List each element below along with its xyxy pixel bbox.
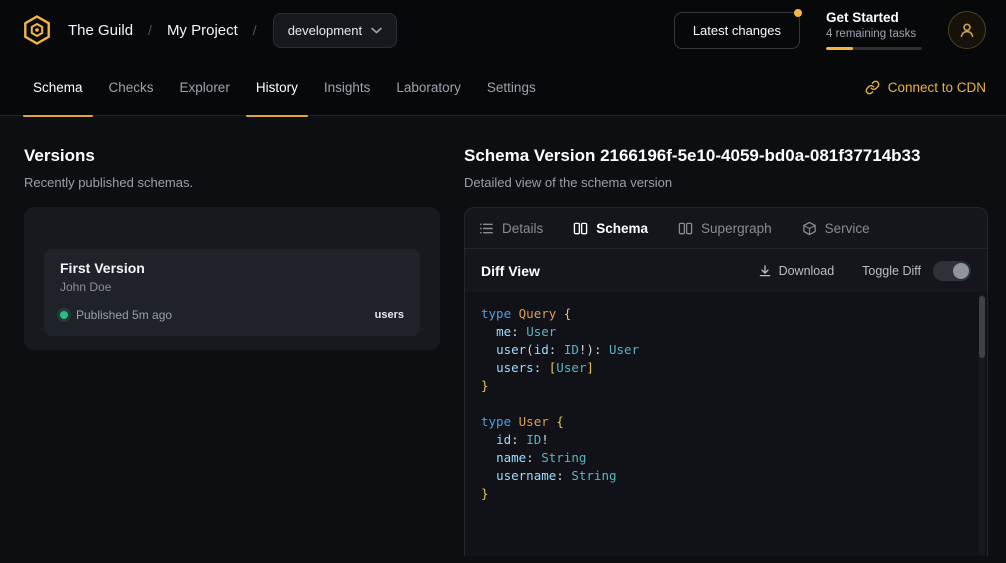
cube-icon [802, 221, 817, 236]
tab-checks[interactable]: Checks [96, 60, 167, 116]
code-line [481, 395, 963, 413]
detail-tab-supergraph[interactable]: Supergraph [678, 221, 772, 236]
get-started-title: Get Started [826, 10, 922, 25]
get-started-widget[interactable]: Get Started 4 remaining tasks [826, 10, 922, 50]
code-line: user(id: ID!): User [481, 341, 963, 359]
version-list-item[interactable]: First Version John Doe Published 5m ago … [44, 249, 420, 336]
get-started-progress-fill [826, 47, 853, 50]
diff-view-title: Diff View [481, 263, 540, 279]
code-line: id: ID! [481, 431, 963, 449]
version-status: Published 5m ago [76, 308, 172, 322]
detail-tab-details[interactable]: Details [479, 221, 543, 236]
versions-title: Versions [24, 146, 440, 166]
detail-tab-schema[interactable]: Schema [573, 221, 648, 236]
breadcrumb-org[interactable]: The Guild [68, 22, 133, 39]
tab-settings[interactable]: Settings [474, 60, 549, 116]
tab-explorer[interactable]: Explorer [167, 60, 243, 116]
avatar[interactable] [948, 11, 986, 49]
notification-dot [794, 9, 802, 17]
detail-tab-label: Schema [596, 221, 648, 236]
code-line: } [481, 485, 963, 503]
code-line: name: String [481, 449, 963, 467]
tab-laboratory[interactable]: Laboratory [383, 60, 474, 116]
versions-subtitle: Recently published schemas. [24, 175, 440, 190]
guild-logo[interactable] [20, 13, 54, 47]
header: The Guild / My Project / development Lat… [0, 0, 1006, 60]
code-line: me: User [481, 323, 963, 341]
breadcrumb-project[interactable]: My Project [167, 22, 238, 39]
detail-tab-service[interactable]: Service [802, 221, 870, 236]
schema-version-panel: Details Schema Supergraph [464, 207, 988, 556]
hive-hexagon-icon [21, 14, 53, 46]
tab-history[interactable]: History [243, 60, 311, 116]
code-line: } [481, 377, 963, 395]
download-icon [758, 264, 772, 278]
user-icon [958, 21, 976, 39]
code-line: type Query { [481, 305, 963, 323]
download-label: Download [779, 264, 835, 278]
diff-header: Diff View Download Toggle Diff [465, 249, 987, 292]
published-status-dot [60, 311, 68, 319]
schema-version-section: Schema Version 2166196f-5e10-4059-bd0a-0… [464, 146, 988, 556]
versions-card: First Version John Doe Published 5m ago … [24, 207, 440, 350]
columns-icon [573, 221, 588, 236]
chevron-down-icon [371, 27, 382, 34]
get-started-subtitle: 4 remaining tasks [826, 28, 922, 40]
code-line: username: String [481, 467, 963, 485]
code-line: type User { [481, 413, 963, 431]
connect-to-cdn-label: Connect to CDN [888, 80, 986, 95]
versions-section: Versions Recently published schemas. Fir… [24, 146, 440, 556]
breadcrumb-separator: / [253, 22, 257, 38]
latest-changes-button[interactable]: Latest changes [674, 12, 800, 49]
schema-code-viewer: type Query { me: User user(id: ID!): Use… [465, 292, 987, 556]
version-meta-row: Published 5m ago users [60, 308, 404, 322]
schema-version-title: Schema Version 2166196f-5e10-4059-bd0a-0… [464, 146, 988, 166]
schema-version-subtitle: Detailed view of the schema version [464, 175, 988, 190]
latest-changes-label: Latest changes [693, 23, 781, 38]
breadcrumb: The Guild / My Project / [68, 22, 257, 39]
environment-selector-value: development [288, 23, 362, 38]
main-nav: Schema Checks Explorer History Insights … [0, 60, 1006, 116]
list-icon [479, 221, 494, 236]
download-button[interactable]: Download [758, 264, 835, 278]
tab-insights[interactable]: Insights [311, 60, 384, 116]
detail-tab-label: Details [502, 221, 543, 236]
toggle-diff-label: Toggle Diff [862, 264, 921, 278]
version-name: First Version [60, 260, 404, 276]
version-service-badge: users [375, 309, 404, 321]
environment-selector[interactable]: development [273, 13, 397, 48]
tab-schema[interactable]: Schema [20, 60, 96, 116]
header-right: Latest changes Get Started 4 remaining t… [674, 10, 986, 50]
diff-actions: Download Toggle Diff [758, 261, 971, 281]
code-line: users: [User] [481, 359, 963, 377]
toggle-knob [953, 263, 969, 279]
scrollbar-thumb[interactable] [979, 296, 985, 358]
content: Versions Recently published schemas. Fir… [0, 116, 1006, 556]
get-started-progressbar [826, 47, 922, 50]
code-block: type Query { me: User user(id: ID!): Use… [481, 305, 963, 503]
breadcrumb-separator: / [148, 22, 152, 38]
toggle-diff-switch[interactable] [933, 261, 971, 281]
detail-tab-label: Service [825, 221, 870, 236]
link-icon [865, 80, 880, 95]
connect-to-cdn-button[interactable]: Connect to CDN [865, 80, 986, 95]
detail-tab-label: Supergraph [701, 221, 772, 236]
version-author: John Doe [60, 280, 404, 294]
detail-tabs: Details Schema Supergraph [465, 208, 987, 249]
top-chrome: The Guild / My Project / development Lat… [0, 0, 1006, 116]
columns-icon [678, 221, 693, 236]
